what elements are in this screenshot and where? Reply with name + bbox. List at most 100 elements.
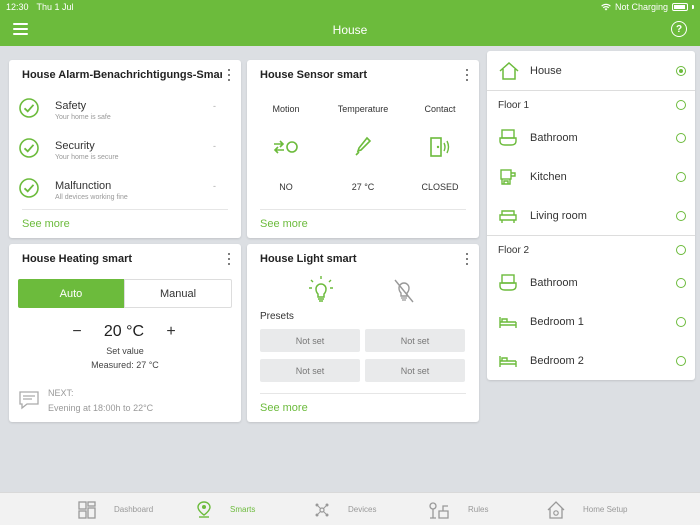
nav-label: Smarts bbox=[230, 505, 256, 514]
room-item-bathroom[interactable]: Bathroom bbox=[487, 127, 695, 149]
alarm-name: Security bbox=[55, 140, 95, 152]
room-radio[interactable] bbox=[676, 278, 686, 288]
app-header: House ? bbox=[0, 14, 700, 46]
heating-card-menu-button[interactable] bbox=[225, 253, 233, 265]
room-name: Kitchen bbox=[530, 171, 567, 183]
bed-icon bbox=[499, 356, 517, 367]
help-button[interactable]: ? bbox=[671, 21, 687, 37]
alarm-see-more-link[interactable]: See more bbox=[22, 218, 70, 230]
room-radio[interactable] bbox=[676, 356, 686, 366]
floor-radio[interactable] bbox=[676, 245, 686, 255]
status-date: Thu 1 Jul bbox=[36, 2, 74, 12]
alarm-status: Your home is safe bbox=[55, 114, 111, 121]
room-radio[interactable] bbox=[676, 133, 686, 143]
presets-label: Presets bbox=[260, 311, 294, 322]
room-radio[interactable] bbox=[676, 172, 686, 182]
room-name: House bbox=[530, 65, 562, 77]
heating-card: House Heating smart Auto Manual − 20 °C … bbox=[9, 244, 241, 422]
check-circle-icon bbox=[19, 98, 39, 118]
room-item-living-room[interactable]: Living room bbox=[487, 205, 695, 227]
door-contact-icon bbox=[430, 137, 450, 157]
nav-dashboard[interactable]: Dashboard bbox=[78, 493, 153, 525]
alarm-name: Safety bbox=[55, 100, 87, 112]
decrease-temperature-button[interactable]: − bbox=[69, 324, 85, 340]
sensor-value: 27 °C bbox=[351, 182, 375, 192]
room-radio[interactable] bbox=[676, 211, 686, 221]
floor-item-2[interactable]: Floor 2 bbox=[487, 239, 695, 261]
dashboard-icon bbox=[78, 500, 96, 519]
check-circle-icon bbox=[19, 178, 39, 198]
floor-item-1[interactable]: Floor 1 bbox=[487, 94, 695, 116]
auto-mode-button[interactable]: Auto bbox=[18, 279, 124, 308]
heating-mode-toggle: Auto Manual bbox=[18, 279, 232, 308]
sensor-label: Contact bbox=[424, 104, 456, 114]
nav-smarts[interactable]: Smarts bbox=[196, 493, 255, 525]
light-card-menu-button[interactable] bbox=[463, 253, 471, 265]
room-name: Bedroom 1 bbox=[530, 316, 584, 328]
nav-label: Dashboard bbox=[114, 505, 154, 514]
status-time: 12:30 bbox=[6, 2, 29, 12]
card-divider bbox=[22, 209, 228, 210]
sensor-label: Temperature bbox=[337, 104, 389, 114]
light-bulb-off-icon[interactable] bbox=[392, 278, 416, 304]
page-title: House bbox=[332, 23, 368, 37]
room-item-bathroom-2[interactable]: Bathroom bbox=[487, 272, 695, 294]
sensor-see-more-link[interactable]: See more bbox=[260, 218, 308, 230]
menu-button[interactable] bbox=[13, 23, 28, 35]
manual-mode-button[interactable]: Manual bbox=[124, 279, 232, 308]
rules-icon bbox=[429, 501, 449, 519]
nav-rules[interactable]: Rules bbox=[428, 493, 488, 525]
sensor-value: CLOSED bbox=[421, 182, 459, 192]
room-radio[interactable] bbox=[676, 317, 686, 327]
alarm-row-security[interactable]: Security Your home is secure - bbox=[19, 138, 229, 168]
nav-home-setup[interactable]: Home Setup bbox=[547, 493, 627, 525]
preset-button-3[interactable]: Not set bbox=[260, 359, 360, 382]
light-card: House Light smart Presets Not set Not se… bbox=[247, 244, 479, 422]
bathroom-icon bbox=[499, 274, 517, 291]
next-schedule-value: Evening at 18:00h to 22°C bbox=[48, 403, 154, 413]
set-value-label: Set value bbox=[106, 346, 144, 356]
sensor-card: House Sensor smart Motion NO Temperature… bbox=[247, 60, 479, 238]
sensor-motion[interactable]: Motion NO bbox=[251, 104, 321, 192]
increase-temperature-button[interactable]: + bbox=[163, 324, 179, 340]
floor-radio[interactable] bbox=[676, 100, 686, 110]
battery-icon bbox=[672, 3, 688, 11]
alarm-row-malfunction[interactable]: Malfunction All devices working fine - bbox=[19, 178, 229, 208]
sofa-icon bbox=[499, 210, 517, 223]
room-item-kitchen[interactable]: Kitchen bbox=[487, 166, 695, 188]
alarm-value: - bbox=[213, 181, 216, 191]
sensor-card-title: House Sensor smart bbox=[260, 69, 367, 81]
sensor-contact[interactable]: Contact CLOSED bbox=[405, 104, 475, 192]
alarm-status: Your home is secure bbox=[55, 154, 119, 161]
next-schedule-label: NEXT: bbox=[48, 388, 74, 398]
nav-devices[interactable]: Devices bbox=[314, 493, 376, 525]
sensor-temperature[interactable]: Temperature 27 °C bbox=[328, 104, 398, 192]
light-card-title: House Light smart bbox=[260, 253, 357, 265]
alarm-status: All devices working fine bbox=[55, 194, 128, 201]
alarm-value: - bbox=[213, 141, 216, 151]
light-see-more-link[interactable]: See more bbox=[260, 402, 308, 414]
card-divider bbox=[260, 209, 466, 210]
light-bulb-on-icon[interactable] bbox=[308, 275, 334, 305]
panel-divider bbox=[487, 90, 695, 91]
temperature-stepper: − 20 °C + bbox=[69, 323, 179, 341]
preset-button-4[interactable]: Not set bbox=[365, 359, 465, 382]
room-name: Bedroom 2 bbox=[530, 355, 584, 367]
alarm-row-safety[interactable]: Safety Your home is safe - bbox=[19, 98, 229, 128]
nav-label: Devices bbox=[348, 505, 377, 514]
room-item-bedroom-2[interactable]: Bedroom 2 bbox=[487, 350, 695, 372]
preset-button-1[interactable]: Not set bbox=[260, 329, 360, 352]
smarts-icon bbox=[197, 500, 211, 518]
devices-icon bbox=[315, 503, 329, 516]
card-divider bbox=[260, 393, 466, 394]
room-radio-selected[interactable] bbox=[676, 66, 686, 76]
alarm-card-menu-button[interactable] bbox=[225, 69, 233, 81]
room-item-house[interactable]: House bbox=[487, 59, 695, 83]
target-temperature: 20 °C bbox=[103, 323, 145, 340]
preset-button-2[interactable]: Not set bbox=[365, 329, 465, 352]
sensor-card-menu-button[interactable] bbox=[463, 69, 471, 81]
home-setup-icon bbox=[547, 500, 565, 519]
room-name: Bathroom bbox=[530, 277, 578, 289]
room-item-bedroom-1[interactable]: Bedroom 1 bbox=[487, 311, 695, 333]
sensor-value: NO bbox=[279, 182, 293, 192]
